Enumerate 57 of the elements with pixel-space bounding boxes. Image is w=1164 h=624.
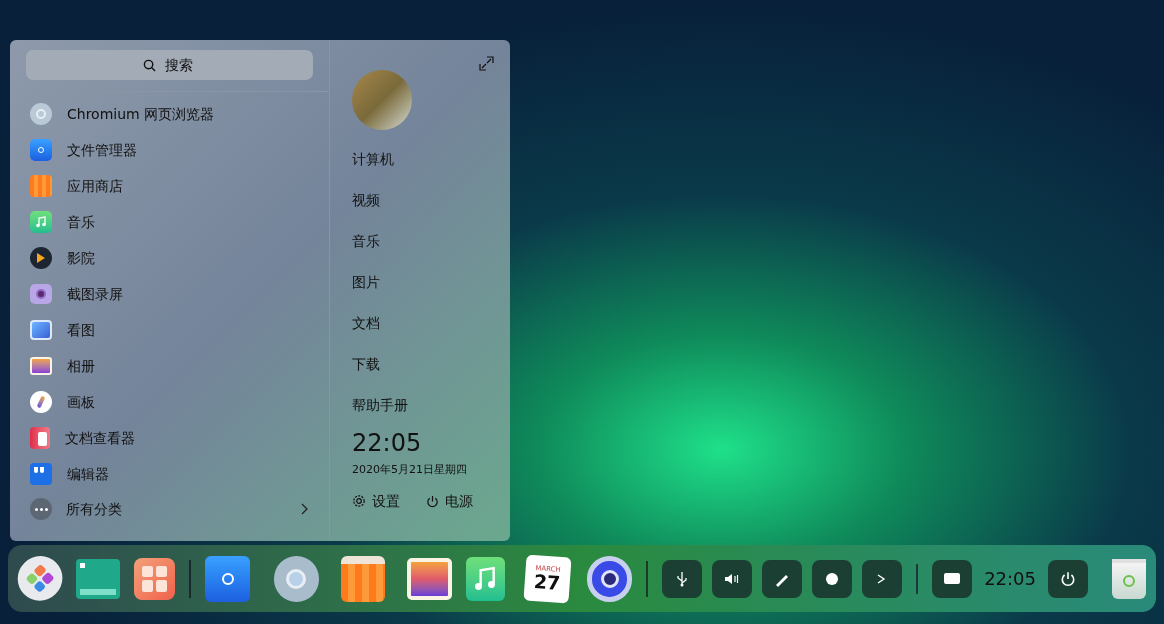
place-link[interactable]: 图片 [352, 262, 488, 303]
brush-icon [30, 391, 52, 413]
place-link[interactable]: 帮助手册 [352, 385, 488, 426]
power-icon[interactable] [1048, 559, 1088, 598]
gear-icon[interactable] [587, 555, 633, 602]
search-field[interactable]: 搜索 [26, 50, 313, 80]
app-list-item[interactable]: 应用商店 [10, 168, 329, 204]
app-list-item[interactable]: 文档查看器 [10, 420, 329, 456]
usb-icon[interactable] [662, 559, 703, 598]
picture-icon[interactable] [407, 557, 452, 600]
settings-icon [352, 494, 366, 508]
volume-icon[interactable] [712, 559, 753, 598]
keyboard-icon[interactable] [932, 559, 973, 598]
place-link[interactable]: 视频 [352, 180, 488, 221]
app-list-item[interactable]: 画板 [10, 384, 329, 420]
app-list-item[interactable]: 截图录屏 [10, 276, 329, 312]
more-icon [30, 498, 52, 520]
browser-icon [30, 103, 52, 125]
trash-icon[interactable] [1112, 558, 1146, 599]
pen-icon[interactable] [762, 559, 803, 598]
power-icon [426, 494, 439, 508]
clock-time: 22:05 [352, 428, 423, 458]
app-list-item[interactable]: 相册 [10, 348, 329, 384]
multitask-view-icon[interactable] [76, 558, 121, 599]
folder-icon [30, 139, 52, 161]
app-list-item[interactable]: 音乐 [10, 204, 329, 240]
camera-icon [30, 284, 52, 304]
place-link[interactable]: 音乐 [352, 221, 488, 262]
search-icon [143, 59, 156, 72]
calendar-day: 27 [532, 571, 561, 593]
app-list-item[interactable]: Chromium 网页浏览器 [10, 96, 329, 132]
shopping-bag-icon [30, 175, 52, 197]
music-note-icon[interactable] [466, 556, 505, 601]
picture-icon [30, 357, 52, 375]
place-link[interactable]: 计算机 [352, 139, 488, 180]
app-list-item[interactable]: 文件管理器 [10, 132, 329, 168]
play-icon [30, 247, 52, 269]
shopping-bag-icon[interactable] [340, 555, 386, 602]
chevron-right-icon [301, 503, 309, 515]
all-categories-item[interactable]: 所有分类 [10, 492, 329, 526]
music-note-icon [30, 211, 52, 233]
place-link[interactable]: 文档 [352, 303, 488, 344]
clock-date: 2020年5月21日星期四 [352, 462, 468, 478]
folder-icon[interactable] [205, 555, 250, 602]
power-button[interactable]: 电源 [426, 490, 473, 512]
picture-icon [30, 320, 52, 340]
fullscreen-icon [479, 56, 494, 71]
app-list-item[interactable]: 编辑器 [10, 456, 329, 492]
document-icon [30, 427, 50, 449]
browser-icon[interactable] [273, 555, 319, 602]
workspace-icon[interactable] [134, 557, 176, 600]
app-list-item[interactable]: 看图 [10, 312, 329, 348]
quote-icon [30, 463, 52, 485]
app-list-item[interactable]: 影院 [10, 240, 329, 276]
tray-clock[interactable]: 22:05 [982, 565, 1038, 592]
place-link[interactable]: 下载 [352, 344, 488, 385]
settings-button[interactable]: 设置 [352, 490, 400, 512]
